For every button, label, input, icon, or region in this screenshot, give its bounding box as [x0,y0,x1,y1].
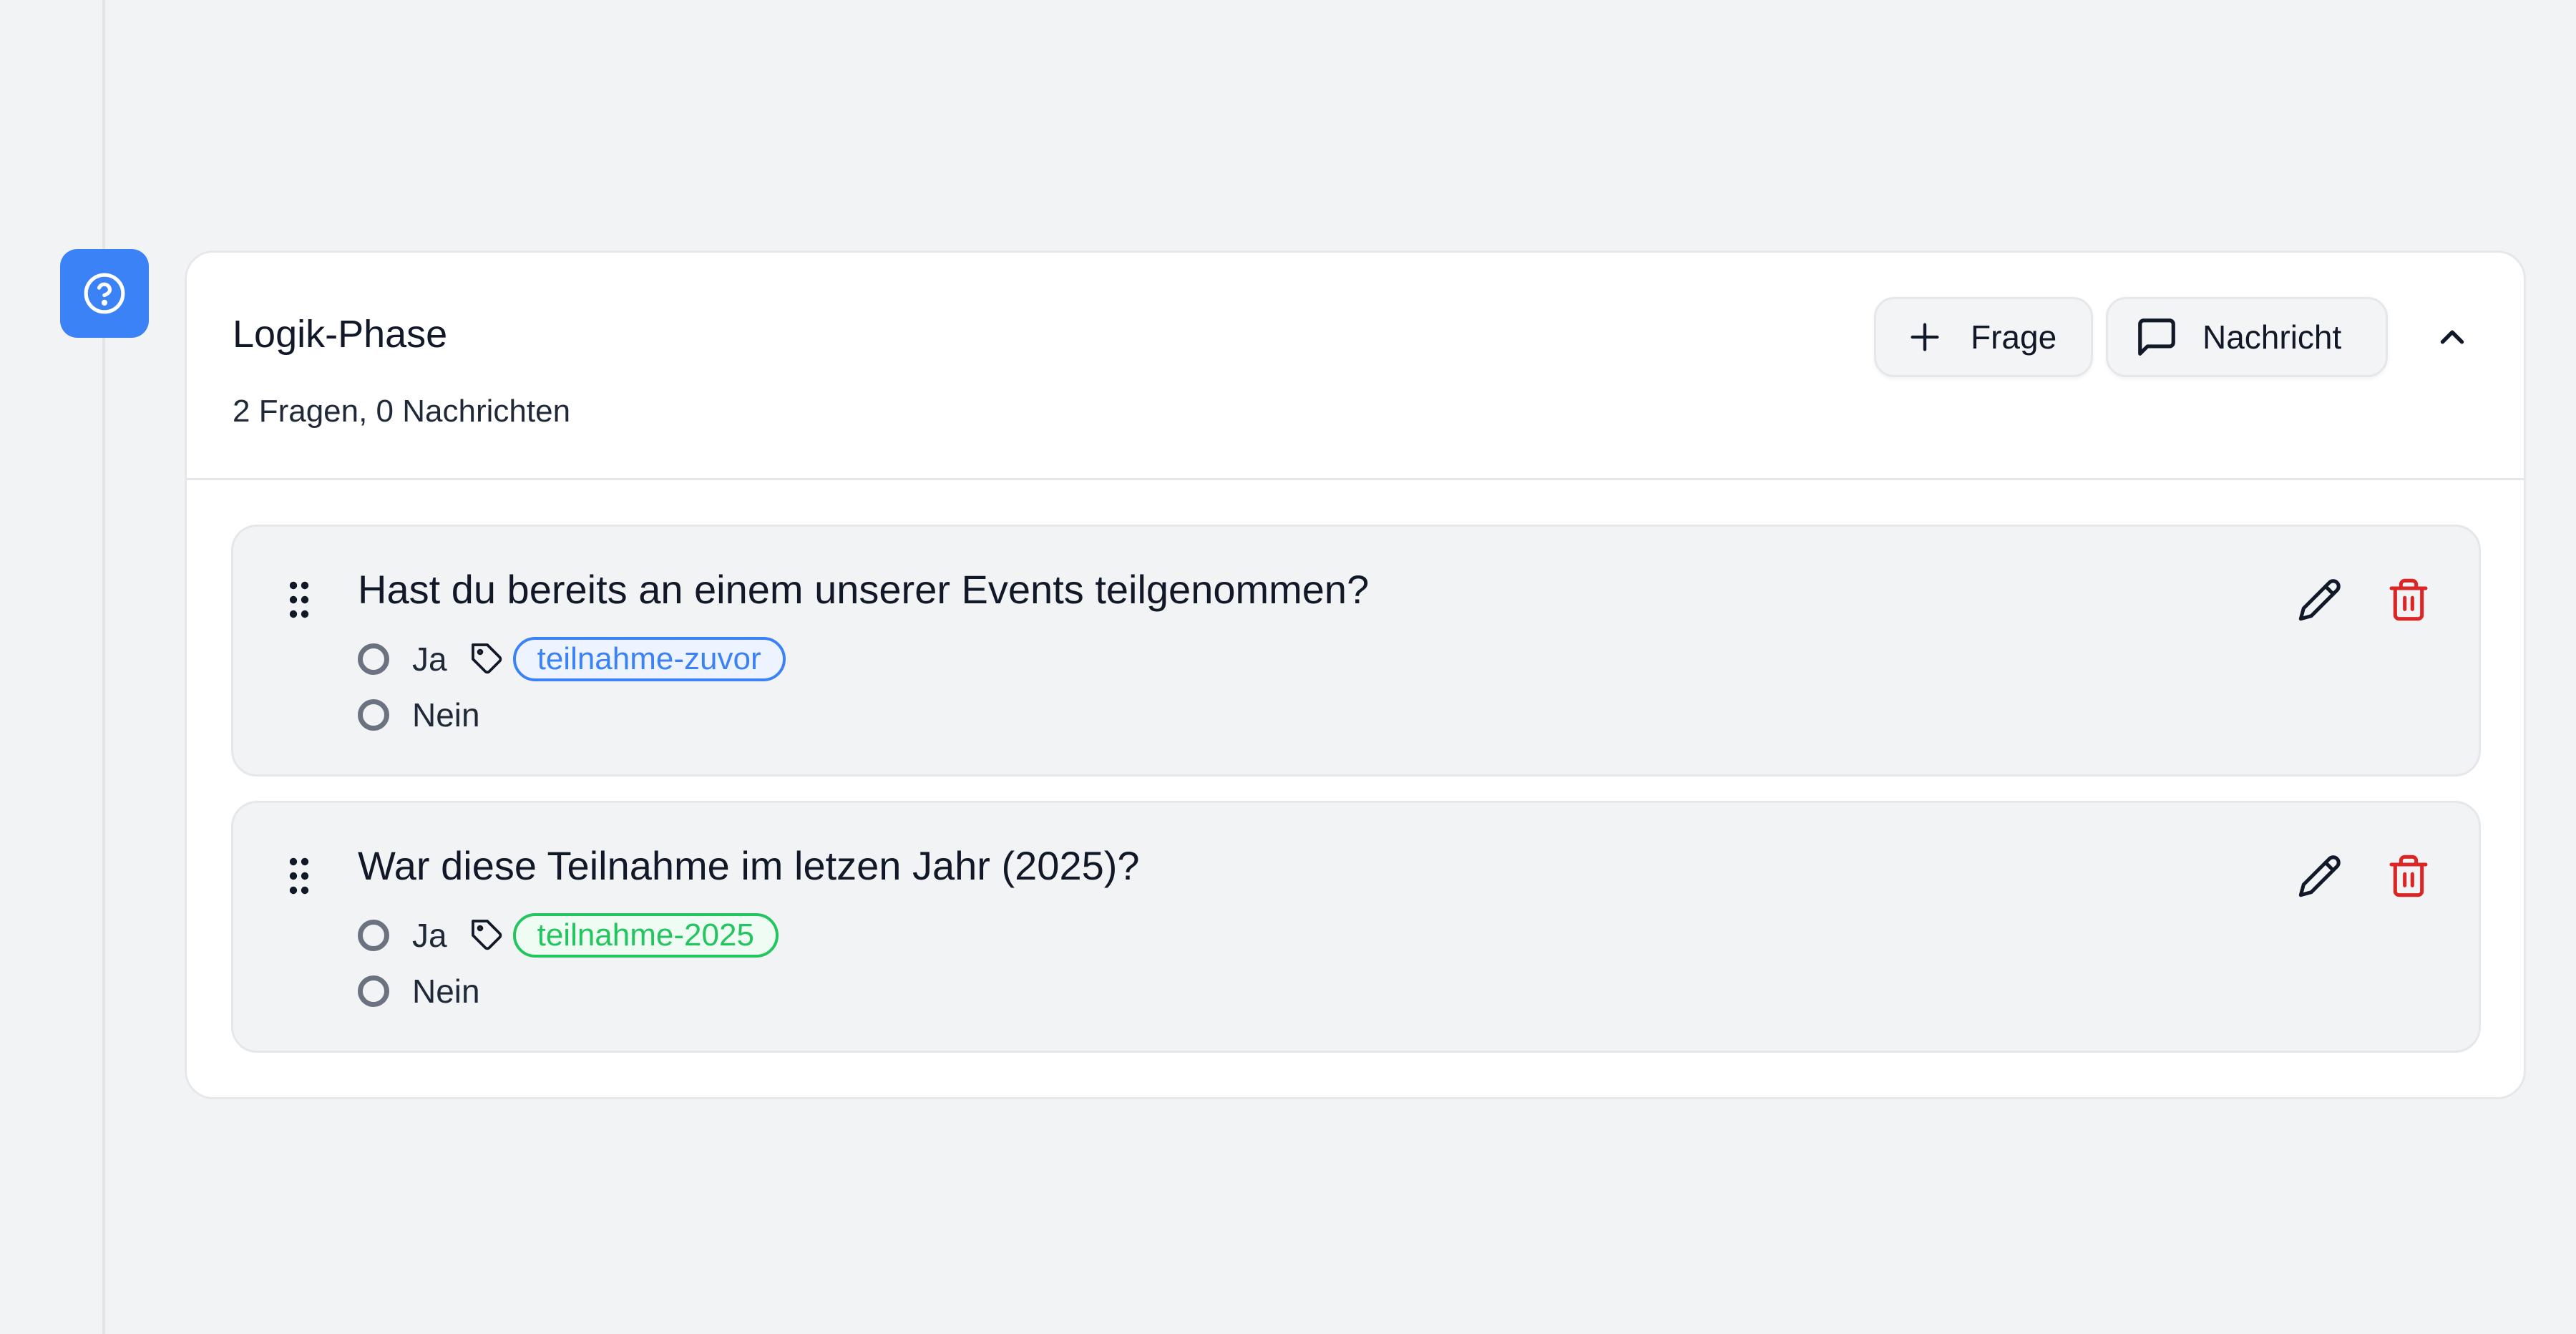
add-message-label: Nachricht [2202,318,2342,356]
answer-label: Nein [412,696,480,734]
add-message-button[interactable]: Nachricht [2106,297,2388,377]
question-text: Hast du bereits an einem unserer Events … [358,567,1370,612]
radio-icon [358,975,389,1007]
radio-icon [358,643,389,675]
trash-icon [2389,578,2428,621]
collapse-button[interactable] [2424,308,2481,366]
question-item: Hast du bereits an einem unserer Events … [231,525,2481,776]
pencil-icon [2298,579,2341,621]
question-text: War diese Teilnahme im letzen Jahr (2025… [358,843,1140,888]
plus-icon [1902,314,1948,360]
tag-icon [469,641,506,678]
answer-label: Ja [412,917,447,954]
tag-icon [469,917,506,954]
phase-card: Logik-Phase 2 Fragen, 0 Nachrichten Frag… [185,250,2526,1099]
pencil-icon [2298,855,2341,897]
edit-button[interactable] [2293,573,2347,627]
add-question-label: Frage [1971,318,2057,356]
tag-chip: teilnahme-zuvor [512,637,786,681]
answer-label: Ja [412,641,447,678]
message-square-icon [2134,314,2180,360]
answer-option: Ja teilnahme-2025 [358,913,779,958]
delete-button[interactable] [2381,849,2436,903]
phase-title: Logik-Phase [233,313,448,356]
tag-chip: teilnahme-2025 [512,913,779,958]
question-actions [2258,573,2436,627]
phase-summary: 2 Fragen, 0 Nachrichten [233,394,571,429]
radio-icon [358,920,389,951]
help-circle-icon [84,273,125,314]
trash-icon [2389,855,2428,897]
drag-handle-icon[interactable] [288,580,311,620]
phase-badge [60,249,149,338]
edit-button[interactable] [2293,849,2347,903]
radio-icon [358,699,389,731]
timeline-line [102,0,105,1334]
phase-header: Logik-Phase 2 Fragen, 0 Nachrichten Frag… [187,253,2524,480]
answer-option: Nein [358,693,480,737]
answer-option: Nein [358,969,480,1013]
phase-actions: Frage Nachricht [1874,297,2524,377]
question-list: Hast du bereits an einem unserer Events … [187,480,2524,1053]
chevron-up-icon [2440,330,2464,344]
delete-button[interactable] [2381,573,2436,627]
question-actions [2258,849,2436,903]
drag-handle-icon[interactable] [288,856,311,896]
question-item: War diese Teilnahme im letzen Jahr (2025… [231,801,2481,1053]
answer-option: Ja teilnahme-zuvor [358,637,786,681]
answer-label: Nein [412,973,480,1010]
add-question-button[interactable]: Frage [1874,297,2093,377]
